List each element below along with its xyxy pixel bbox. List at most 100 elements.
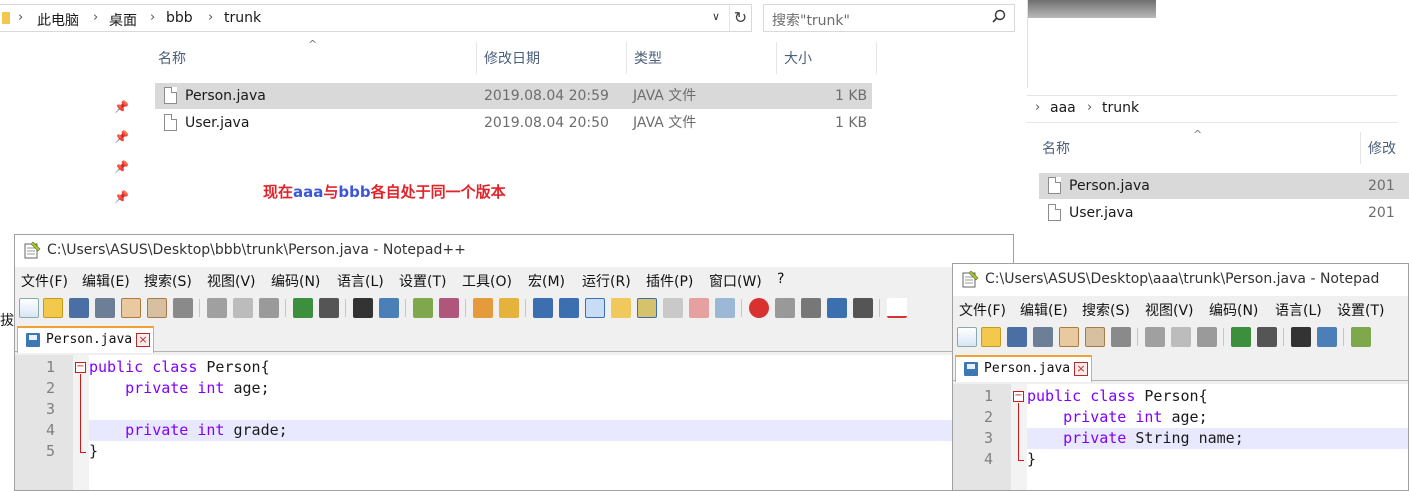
code-editor[interactable]: 1 2 3 4 − public class Person{ private i… bbox=[953, 384, 1408, 490]
breadcrumb-this-pc[interactable]: 此电脑 bbox=[37, 10, 79, 30]
menu-help[interactable]: ? bbox=[777, 271, 784, 287]
file-row[interactable]: User.java 201 bbox=[1039, 200, 1409, 226]
breadcrumb-desktop[interactable]: 桌面 bbox=[109, 10, 137, 30]
code-area[interactable]: public class Person{ private int age; pr… bbox=[1027, 386, 1408, 470]
save-icon[interactable] bbox=[69, 298, 89, 318]
close-tab-icon[interactable]: × bbox=[136, 333, 150, 347]
new-file-icon[interactable] bbox=[957, 327, 977, 347]
doc-list-icon[interactable] bbox=[689, 298, 709, 318]
close-tab-icon[interactable]: × bbox=[1074, 362, 1088, 376]
word-wrap-icon[interactable] bbox=[533, 298, 553, 318]
zoom-in-icon[interactable] bbox=[413, 298, 433, 318]
breadcrumb-trunk[interactable]: trunk bbox=[1102, 100, 1139, 116]
copy-icon[interactable] bbox=[233, 298, 253, 318]
cut-icon[interactable] bbox=[207, 298, 227, 318]
chevron-right-icon[interactable]: › bbox=[150, 10, 155, 25]
open-file-icon[interactable] bbox=[43, 298, 63, 318]
code-editor[interactable]: 1 2 3 4 5 − public class Person{ private… bbox=[15, 355, 1013, 490]
column-header-modified[interactable]: 修改日期 bbox=[478, 44, 626, 74]
chevron-right-icon[interactable]: › bbox=[208, 10, 213, 25]
menu-run[interactable]: 运行(R) bbox=[582, 271, 631, 291]
column-divider[interactable] bbox=[626, 42, 627, 74]
column-divider[interactable] bbox=[776, 42, 777, 74]
replace-icon[interactable] bbox=[379, 298, 399, 318]
close-file-icon[interactable] bbox=[1059, 327, 1079, 347]
cut-icon[interactable] bbox=[1145, 327, 1165, 347]
stop-macro-icon[interactable] bbox=[775, 298, 795, 318]
print-icon[interactable] bbox=[173, 298, 193, 318]
chevron-down-icon[interactable]: ∨ bbox=[712, 10, 720, 23]
pin-icon[interactable]: 📌 bbox=[114, 130, 129, 144]
show-all-chars-icon[interactable] bbox=[559, 298, 579, 318]
find-icon[interactable] bbox=[353, 298, 373, 318]
folder-workspace-icon[interactable] bbox=[663, 298, 683, 318]
sync-vertical-icon[interactable] bbox=[473, 298, 493, 318]
menu-language[interactable]: 语言(L) bbox=[1275, 300, 1322, 320]
doc-map-icon[interactable] bbox=[611, 298, 631, 318]
breadcrumb-trunk[interactable]: trunk bbox=[224, 10, 261, 26]
code-area[interactable]: public class Person{ private int age; pr… bbox=[89, 357, 1013, 462]
refresh-icon[interactable]: ↻ bbox=[729, 5, 751, 31]
function-list-icon[interactable] bbox=[637, 298, 657, 318]
search-input[interactable]: 搜索"trunk" bbox=[763, 4, 1015, 32]
menu-macro[interactable]: 宏(M) bbox=[528, 271, 565, 291]
pin-icon[interactable]: 📌 bbox=[114, 160, 129, 174]
new-file-icon[interactable] bbox=[19, 298, 39, 318]
menu-encoding[interactable]: 编码(N) bbox=[271, 271, 320, 291]
copy-icon[interactable] bbox=[1171, 327, 1191, 347]
save-all-icon[interactable] bbox=[1033, 327, 1053, 347]
open-file-icon[interactable] bbox=[981, 327, 1001, 347]
save-icon[interactable] bbox=[1007, 327, 1027, 347]
breadcrumb-bbb[interactable]: bbb bbox=[166, 10, 193, 26]
menu-settings[interactable]: 设置(T) bbox=[399, 271, 446, 291]
menu-file[interactable]: 文件(F) bbox=[959, 300, 1006, 320]
close-all-icon[interactable] bbox=[1085, 327, 1105, 347]
paste-icon[interactable] bbox=[1197, 327, 1217, 347]
menu-view[interactable]: 视图(V) bbox=[1145, 300, 1194, 320]
play-multiple-icon[interactable] bbox=[827, 298, 847, 318]
print-icon[interactable] bbox=[1111, 327, 1131, 347]
zoom-in-icon[interactable] bbox=[1351, 327, 1371, 347]
address-bar[interactable]: › aaa › trunk bbox=[1027, 95, 1397, 123]
breadcrumb-aaa[interactable]: aaa bbox=[1050, 100, 1076, 116]
column-divider[interactable] bbox=[876, 42, 877, 74]
undo-icon[interactable] bbox=[293, 298, 313, 318]
menu-search[interactable]: 搜索(S) bbox=[144, 271, 192, 291]
chevron-right-icon[interactable]: › bbox=[1087, 100, 1092, 115]
column-header-type[interactable]: 类型 bbox=[628, 44, 776, 74]
menu-edit[interactable]: 编辑(E) bbox=[1020, 300, 1068, 320]
undo-icon[interactable] bbox=[1231, 327, 1251, 347]
title-bar[interactable]: C:\Users\ASUS\Desktop\aaa\trunk\Person.j… bbox=[953, 264, 1408, 296]
play-macro-icon[interactable] bbox=[801, 298, 821, 318]
column-header-name[interactable]: 名称 bbox=[152, 44, 476, 74]
menu-search[interactable]: 搜索(S) bbox=[1082, 300, 1130, 320]
spell-check-icon[interactable] bbox=[887, 298, 907, 318]
close-file-icon[interactable] bbox=[121, 298, 141, 318]
file-row[interactable]: Person.java 201 bbox=[1039, 173, 1409, 199]
paste-icon[interactable] bbox=[259, 298, 279, 318]
indent-guide-icon[interactable] bbox=[585, 298, 605, 318]
menu-encoding[interactable]: 编码(N) bbox=[1209, 300, 1258, 320]
column-header-size[interactable]: 大小 bbox=[778, 44, 876, 74]
sync-horizontal-icon[interactable] bbox=[499, 298, 519, 318]
tab-person-java[interactable]: Person.java × bbox=[17, 326, 154, 353]
fold-collapse-icon[interactable]: − bbox=[75, 362, 86, 373]
menu-language[interactable]: 语言(L) bbox=[337, 271, 384, 291]
monitoring-icon[interactable] bbox=[715, 298, 735, 318]
replace-icon[interactable] bbox=[1317, 327, 1337, 347]
save-all-icon[interactable] bbox=[95, 298, 115, 318]
file-row[interactable]: User.java 2019.08.04 20:50 JAVA 文件 1 KB bbox=[155, 110, 872, 136]
tab-person-java[interactable]: Person.java × bbox=[955, 355, 1092, 382]
file-row[interactable]: Person.java 2019.08.04 20:59 JAVA 文件 1 K… bbox=[155, 83, 872, 109]
column-header-modified[interactable]: 修改 bbox=[1362, 134, 1407, 164]
menu-settings[interactable]: 设置(T) bbox=[1337, 300, 1384, 320]
menu-edit[interactable]: 编辑(E) bbox=[82, 271, 130, 291]
column-divider[interactable] bbox=[476, 42, 477, 74]
pin-icon[interactable]: 📌 bbox=[114, 190, 129, 204]
address-bar[interactable]: › 此电脑 › 桌面 › bbb › trunk ∨ ↻ bbox=[0, 4, 752, 32]
close-all-icon[interactable] bbox=[147, 298, 167, 318]
menu-window[interactable]: 窗口(W) bbox=[709, 271, 762, 291]
title-bar[interactable]: C:\Users\ASUS\Desktop\bbb\trunk\Person.j… bbox=[15, 235, 1013, 267]
column-header-name[interactable]: 名称 bbox=[1036, 134, 1360, 164]
zoom-out-icon[interactable] bbox=[439, 298, 459, 318]
